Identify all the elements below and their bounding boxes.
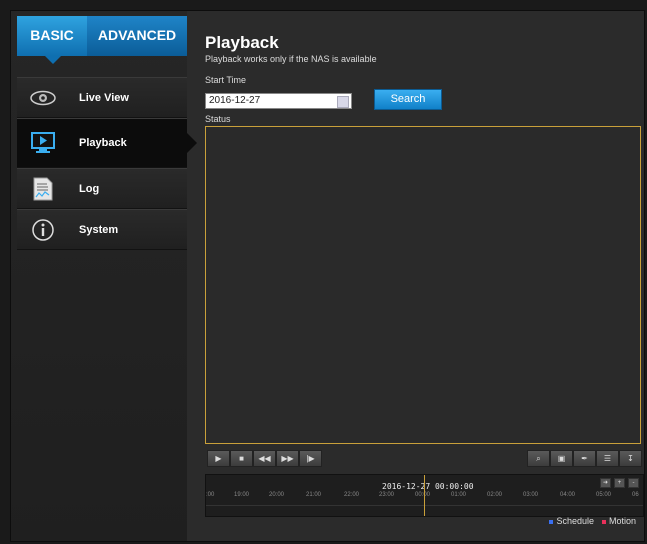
timeline-hour: 23:00 — [379, 492, 395, 498]
timeline-hour: :00 — [206, 492, 215, 498]
main-panel: Playback Playback works only if the NAS … — [197, 11, 644, 541]
monitor-play-icon — [29, 131, 57, 155]
page-title: Playback — [205, 33, 279, 52]
stop-icon[interactable]: ■ — [230, 450, 253, 467]
snapshot-icon[interactable]: ▣ — [550, 450, 573, 467]
sidebar-item-label: Playback — [79, 137, 127, 149]
start-time-input[interactable]: 2016-12-27 — [205, 93, 352, 109]
page-subtitle: Playback works only if the NAS is availa… — [205, 54, 377, 64]
legend-schedule: Schedule — [549, 516, 594, 526]
sidebar-item-label: System — [79, 223, 119, 236]
sidebar: BASIC ADVANCED Live View Playback Log Sy… — [11, 11, 197, 541]
timeline-hour: 00:00 — [415, 492, 431, 498]
timeline-hour: 01:00 — [451, 492, 467, 498]
timeline-hour: 06 — [632, 492, 639, 498]
sidebar-item-label: Live View — [79, 91, 129, 104]
arrow-right-icon[interactable]: ➜ — [600, 478, 611, 488]
playback-controls: ▶ ■ ◀◀ ▶▶ |▶ ⌕ ▣ ✒ ☰ ↧ — [205, 448, 642, 468]
timeline-hour: 05:00 — [596, 492, 612, 498]
play-icon[interactable]: ▶ — [207, 450, 230, 467]
timeline-hour: 04:00 — [560, 492, 576, 498]
sidebar-item-playback[interactable]: Playback — [17, 118, 197, 168]
start-time-label: Start Time — [205, 75, 247, 85]
timeline-hour: 02:00 — [487, 492, 503, 498]
search-button[interactable]: Search — [374, 89, 442, 110]
sidebar-item-label: Log — [79, 182, 100, 195]
legend-motion: Motion — [601, 516, 636, 526]
zoom-icon[interactable]: ⌕ — [527, 450, 550, 467]
timeline-date: 2016-12-27 00:00:00 — [382, 482, 474, 491]
timeline-hour: 21:00 — [306, 492, 322, 498]
step-forward-icon[interactable]: |▶ — [299, 450, 322, 467]
status-label: Status — [205, 114, 231, 124]
document-icon — [29, 177, 57, 201]
download-icon[interactable]: ↧ — [619, 450, 642, 467]
calendar-icon[interactable] — [337, 96, 349, 108]
tab-basic[interactable]: BASIC — [17, 16, 87, 64]
app-frame: BASIC ADVANCED Live View Playback Log Sy… — [10, 10, 645, 542]
clip-icon[interactable]: ✒ — [573, 450, 596, 467]
fast-forward-icon[interactable]: ▶▶ — [276, 450, 299, 467]
timeline-hour: 03:00 — [523, 492, 539, 498]
motion-dot-icon — [601, 519, 606, 524]
legend: Schedule Motion — [549, 516, 636, 526]
video-player[interactable] — [205, 126, 641, 444]
eye-icon — [29, 86, 57, 110]
rewind-icon[interactable]: ◀◀ — [253, 450, 276, 467]
zoom-out-icon[interactable]: - — [628, 478, 639, 488]
legend-schedule-label: Schedule — [556, 516, 594, 526]
tab-advanced[interactable]: ADVANCED — [87, 16, 187, 56]
timeline-cursor[interactable] — [424, 475, 425, 516]
info-icon — [29, 218, 57, 242]
legend-motion-label: Motion — [608, 516, 636, 526]
zoom-in-icon[interactable]: + — [614, 478, 625, 488]
timeline-hour: 19:00 — [234, 492, 250, 498]
sidebar-item-system[interactable]: System — [17, 209, 187, 250]
timeline-hour: 22:00 — [344, 492, 360, 498]
sidebar-item-log[interactable]: Log — [17, 168, 187, 209]
sidebar-menu: Live View Playback Log System — [17, 77, 197, 250]
list-icon[interactable]: ☰ — [596, 450, 619, 467]
schedule-dot-icon — [549, 519, 554, 524]
sidebar-item-live-view[interactable]: Live View — [17, 77, 187, 118]
mode-tabs: BASIC ADVANCED — [17, 16, 187, 64]
timeline-hour: 20:00 — [269, 492, 285, 498]
timeline[interactable]: 2016-12-27 00:00:00 ➜ + - :00 19:00 20:0… — [205, 474, 644, 517]
timeline-buttons: ➜ + - — [600, 478, 639, 488]
start-time-value: 2016-12-27 — [209, 95, 261, 106]
